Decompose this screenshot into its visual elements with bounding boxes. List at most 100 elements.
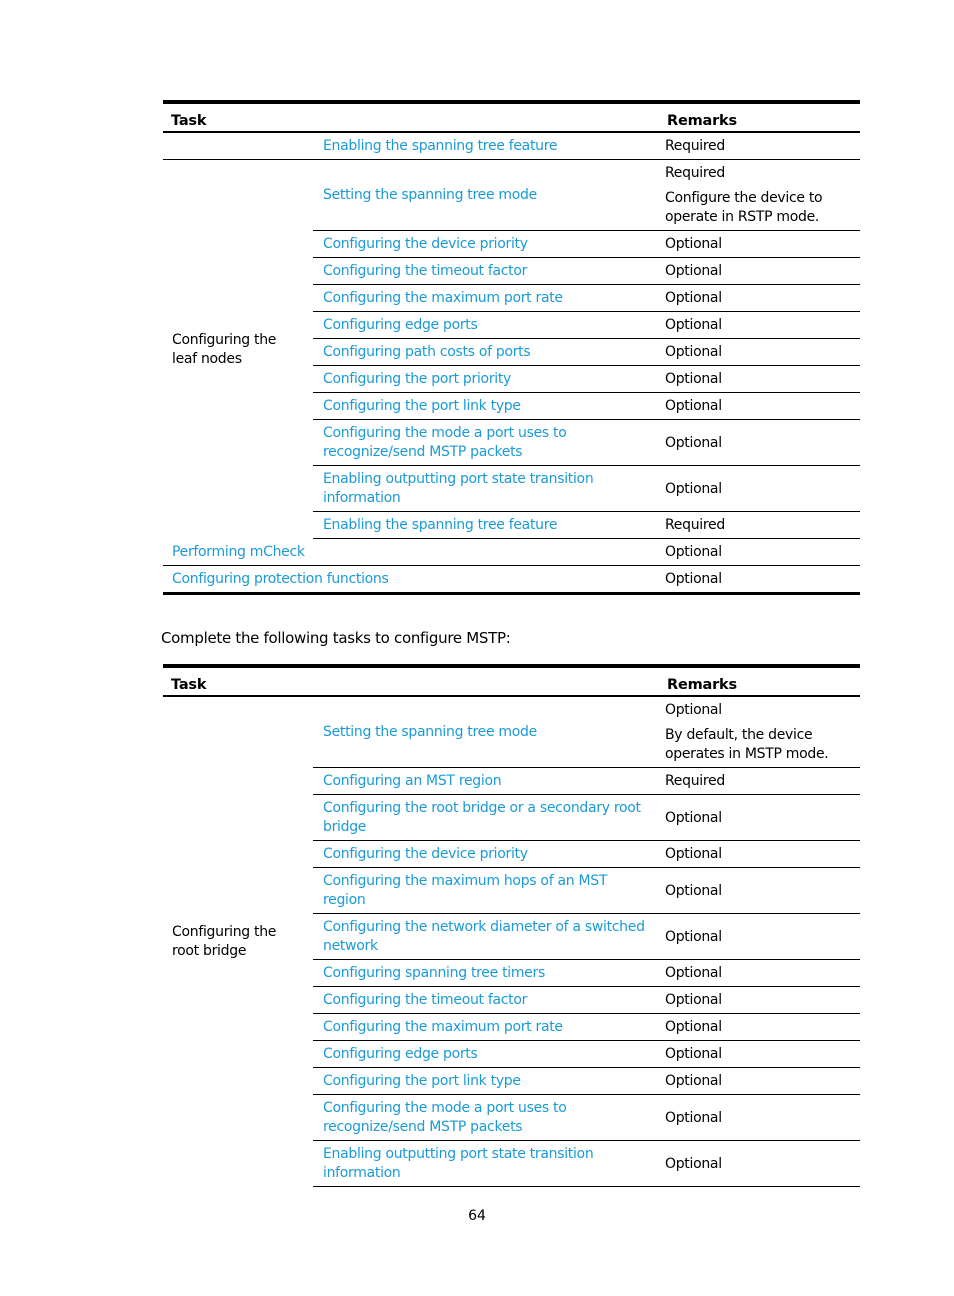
task-cell: Enabling outputting port state transitio… bbox=[313, 1140, 659, 1187]
task-link[interactable]: Performing mCheck bbox=[172, 544, 305, 560]
task-link[interactable]: Configuring protection functions bbox=[172, 571, 389, 587]
remark-text: Optional bbox=[665, 290, 722, 306]
task-cell: Configuring edge ports bbox=[313, 1040, 659, 1068]
task-cell: Enabling the spanning tree feature bbox=[313, 132, 659, 160]
task-cell: Configuring the maximum port rate bbox=[313, 284, 659, 312]
remark-text: Optional bbox=[665, 1046, 722, 1062]
task-link[interactable]: Configuring the port priority bbox=[323, 371, 511, 387]
remarks-cell: Optional bbox=[659, 365, 860, 393]
task-link[interactable]: Configuring path costs of ports bbox=[323, 344, 531, 360]
remark-text: Required bbox=[665, 138, 725, 154]
task-cell: Configuring the maximum port rate bbox=[313, 1013, 659, 1041]
task-link[interactable]: Configuring edge ports bbox=[323, 1046, 478, 1062]
task-link[interactable]: Configuring the device priority bbox=[323, 846, 528, 862]
remark-text: Optional bbox=[665, 317, 722, 333]
remark-text: Optional bbox=[665, 344, 722, 360]
remark-text: Optional bbox=[665, 434, 722, 451]
table-row: Configuring the leaf nodes Setting the sp… bbox=[163, 159, 860, 367]
remarks-cell: Optional bbox=[659, 867, 860, 914]
remarks-cell: Optional bbox=[659, 538, 860, 566]
header-task: Task bbox=[163, 664, 659, 697]
remark-text: Required bbox=[665, 517, 725, 533]
task-cell: Configuring the timeout factor bbox=[313, 986, 659, 1014]
task-link[interactable]: Enabling the spanning tree feature bbox=[323, 138, 557, 154]
remarks-cell: Optional bbox=[659, 1094, 860, 1141]
remark-text: Optional bbox=[665, 371, 722, 387]
remark-text: Optional bbox=[665, 480, 722, 497]
mstp-task-table: Task Remarks Configuring the root bridge… bbox=[163, 664, 860, 1187]
header-remarks: Remarks bbox=[659, 100, 860, 133]
task-cell: Configuring the port link type bbox=[313, 392, 659, 420]
task-cell: Performing mCheck bbox=[163, 538, 659, 566]
task-link[interactable]: Configuring edge ports bbox=[323, 317, 478, 333]
remark-text: Optional bbox=[665, 928, 722, 945]
table-header-row: Task Remarks bbox=[163, 664, 860, 697]
remarks-cell: Optional bbox=[659, 230, 860, 258]
remarks-cell: Required Configure the device to operate … bbox=[659, 159, 860, 231]
intro-paragraph: Complete the following tasks to configur… bbox=[161, 629, 511, 647]
task-link[interactable]: Configuring the network diameter of a sw… bbox=[323, 919, 645, 954]
remarks-cell: Optional bbox=[659, 392, 860, 420]
task-link[interactable]: Configuring the maximum hops of an MST r… bbox=[323, 873, 607, 908]
remarks-cell: Optional bbox=[659, 257, 860, 285]
task-link[interactable]: Enabling outputting port state transitio… bbox=[323, 1146, 594, 1181]
group-label: Configuring the root bridge bbox=[172, 924, 277, 960]
task-cell: Configuring spanning tree timers bbox=[313, 959, 659, 987]
remarks-cell: Optional bbox=[659, 840, 860, 868]
task-cell: Configuring edge ports bbox=[313, 311, 659, 339]
task-link[interactable]: Enabling the spanning tree feature bbox=[323, 517, 557, 533]
task-link[interactable]: Configuring the maximum port rate bbox=[323, 290, 563, 306]
task-link[interactable]: Enabling outputting port state transitio… bbox=[323, 471, 594, 506]
task-cell: Configuring the timeout factor bbox=[313, 257, 659, 285]
remarks-cell: Optional bbox=[659, 1040, 860, 1068]
remark-text: Optional bbox=[665, 992, 722, 1008]
task-link[interactable]: Configuring the port link type bbox=[323, 398, 521, 414]
task-link[interactable]: Configuring the timeout factor bbox=[323, 992, 527, 1008]
task-cell: Configuring protection functions bbox=[163, 565, 659, 595]
task-link[interactable]: Configuring spanning tree timers bbox=[323, 965, 545, 981]
task-cell: Configuring the maximum hops of an MST r… bbox=[313, 867, 659, 914]
remarks-cell: Required bbox=[659, 132, 860, 160]
remark-text: Required bbox=[665, 165, 725, 181]
task-cell: Setting the spanning tree mode bbox=[313, 696, 659, 768]
task-link[interactable]: Configuring an MST region bbox=[323, 773, 502, 789]
remark-text: By default, the device operates in MSTP … bbox=[665, 727, 829, 762]
table-row: Configuring the root bridge Setting the s… bbox=[163, 696, 860, 959]
remarks-cell: Optional bbox=[659, 794, 860, 841]
remark-text: Optional bbox=[665, 965, 722, 981]
remarks-cell: Optional By default, the device operates … bbox=[659, 696, 860, 768]
table-row: Configuring protection functions Optional bbox=[163, 565, 860, 595]
remarks-cell: Optional bbox=[659, 465, 860, 512]
remarks-cell: Optional bbox=[659, 419, 860, 466]
remark-text: Required bbox=[665, 773, 725, 789]
remark-text: Optional bbox=[665, 236, 722, 252]
remarks-cell: Optional bbox=[659, 284, 860, 312]
header-task: Task bbox=[163, 100, 659, 133]
task-link[interactable]: Configuring the root bridge or a seconda… bbox=[323, 800, 641, 835]
task-link[interactable]: Configuring the mode a port uses to reco… bbox=[323, 425, 567, 460]
task-link[interactable]: Configuring the device priority bbox=[323, 236, 528, 252]
task-link[interactable]: Setting the spanning tree mode bbox=[323, 724, 537, 740]
task-link[interactable]: Setting the spanning tree mode bbox=[323, 187, 537, 203]
empty-cell bbox=[163, 132, 313, 160]
remarks-cell: Optional bbox=[659, 338, 860, 366]
task-cell: Configuring the device priority bbox=[313, 230, 659, 258]
task-link[interactable]: Configuring the mode a port uses to reco… bbox=[323, 1100, 567, 1135]
task-cell: Configuring the device priority bbox=[313, 840, 659, 868]
remark-text: Optional bbox=[665, 1109, 722, 1126]
header-remarks: Remarks bbox=[659, 664, 860, 697]
task-link[interactable]: Configuring the maximum port rate bbox=[323, 1019, 563, 1035]
remark-text: Optional bbox=[665, 702, 722, 718]
task-cell: Configuring the root bridge or a seconda… bbox=[313, 794, 659, 841]
remark-text: Optional bbox=[665, 398, 722, 414]
task-cell: Configuring path costs of ports bbox=[313, 338, 659, 366]
remark-text: Optional bbox=[665, 1019, 722, 1035]
page-number: 64 bbox=[468, 1208, 486, 1224]
task-link[interactable]: Configuring the port link type bbox=[323, 1073, 521, 1089]
remark-text: Optional bbox=[665, 263, 722, 279]
remark-text: Optional bbox=[665, 1073, 722, 1089]
remarks-cell: Optional bbox=[659, 565, 860, 595]
table-row: Enabling the spanning tree feature Requir… bbox=[163, 132, 860, 160]
task-link[interactable]: Configuring the timeout factor bbox=[323, 263, 527, 279]
group-label: Configuring the leaf nodes bbox=[172, 331, 277, 367]
